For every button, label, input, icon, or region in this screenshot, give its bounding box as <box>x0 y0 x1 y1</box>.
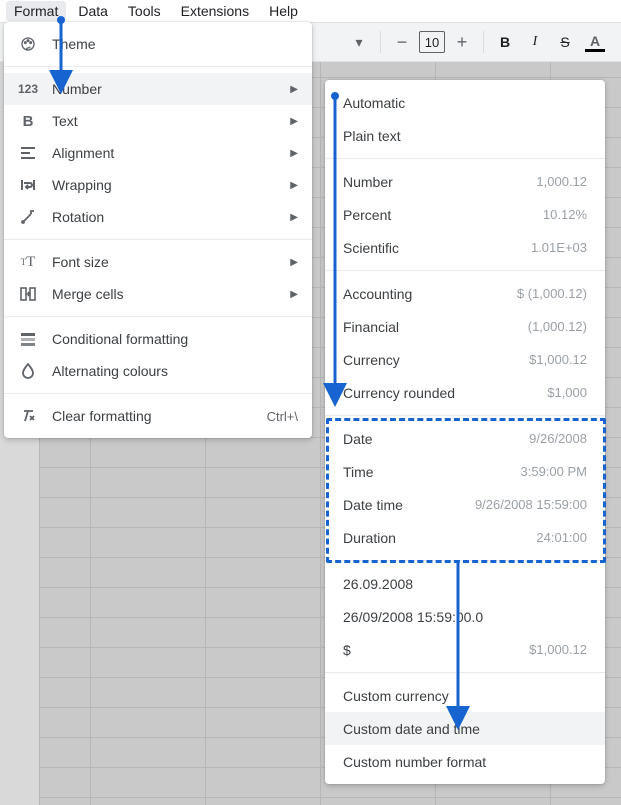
chevron-right-icon: ▶ <box>290 180 298 191</box>
menu-bar: Format Data Tools Extensions Help <box>0 0 621 22</box>
alignment-label: Alignment <box>52 145 276 161</box>
menu-format[interactable]: Format <box>6 1 66 21</box>
alignment-item[interactable]: Alignment ▶ <box>4 137 312 169</box>
clear-icon <box>18 408 38 424</box>
rotation-item[interactable]: Rotation ▶ <box>4 201 312 233</box>
number-icon: 123 <box>18 82 38 96</box>
rotation-icon <box>18 209 38 225</box>
merge-icon <box>18 287 38 301</box>
number-item[interactable]: 123 Number ▶ <box>4 73 312 105</box>
chevron-right-icon: ▶ <box>290 116 298 127</box>
conditional-label: Conditional formatting <box>52 331 298 347</box>
time-item[interactable]: Time3:59:00 PM <box>325 455 605 488</box>
toolbar: ▾ − 10 + B I S A <box>312 22 621 62</box>
currency-rounded-item[interactable]: Currency rounded$1,000 <box>325 376 605 409</box>
alternating-item[interactable]: Alternating colours <box>4 355 312 387</box>
currency-item[interactable]: Currency$1,000.12 <box>325 343 605 376</box>
accounting-item[interactable]: Accounting$ (1,000.12) <box>325 277 605 310</box>
menu-data[interactable]: Data <box>70 1 116 21</box>
wrapping-label: Wrapping <box>52 177 276 193</box>
decrease-font-btn[interactable]: − <box>387 27 417 57</box>
text-color-btn[interactable]: A <box>580 27 610 57</box>
theme-item[interactable]: Theme <box>4 28 312 60</box>
palette-icon <box>18 36 38 52</box>
locale-date-item[interactable]: 26.09.2008 <box>325 567 605 600</box>
strike-btn[interactable]: S <box>550 27 580 57</box>
locale-currency-item[interactable]: $$1,000.12 <box>325 633 605 666</box>
chevron-right-icon: ▶ <box>290 289 298 300</box>
bold-icon: B <box>18 113 38 130</box>
conditional-icon <box>18 332 38 346</box>
menu-tools[interactable]: Tools <box>120 1 169 21</box>
custom-currency-item[interactable]: Custom currency <box>325 679 605 712</box>
italic-btn[interactable]: I <box>520 27 550 57</box>
wrap-icon <box>18 178 38 192</box>
bold-btn[interactable]: B <box>490 27 520 57</box>
number-format-item[interactable]: Number1,000.12 <box>325 165 605 198</box>
number-submenu: Automatic Plain text Number1,000.12 Perc… <box>325 80 605 784</box>
rotation-label: Rotation <box>52 209 276 225</box>
clear-item[interactable]: Clear formatting Ctrl+\ <box>4 400 312 432</box>
clear-label: Clear formatting <box>52 408 253 424</box>
conditional-item[interactable]: Conditional formatting <box>4 323 312 355</box>
automatic-item[interactable]: Automatic <box>325 86 605 119</box>
locale-datetime-item[interactable]: 26/09/2008 15:59:00.0 <box>325 600 605 633</box>
datetime-item[interactable]: Date time9/26/2008 15:59:00 <box>325 488 605 521</box>
custom-datetime-item[interactable]: Custom date and time <box>325 712 605 745</box>
text-label: Text <box>52 113 276 129</box>
chevron-right-icon: ▶ <box>290 148 298 159</box>
percent-item[interactable]: Percent10.12% <box>325 198 605 231</box>
more-btn[interactable]: ▾ <box>344 27 374 57</box>
plaintext-item[interactable]: Plain text <box>325 119 605 152</box>
financial-item[interactable]: Financial(1,000.12) <box>325 310 605 343</box>
number-label: Number <box>52 81 276 97</box>
date-item[interactable]: Date9/26/2008 <box>325 422 605 455</box>
menu-help[interactable]: Help <box>261 1 306 21</box>
wrapping-item[interactable]: Wrapping ▶ <box>4 169 312 201</box>
theme-label: Theme <box>52 36 298 52</box>
scientific-item[interactable]: Scientific1.01E+03 <box>325 231 605 264</box>
chevron-right-icon: ▶ <box>290 257 298 268</box>
merge-label: Merge cells <box>52 286 276 302</box>
clear-shortcut: Ctrl+\ <box>267 409 298 424</box>
font-size-item[interactable]: TT Font size ▶ <box>4 246 312 278</box>
align-icon <box>18 146 38 160</box>
duration-item[interactable]: Duration24:01:00 <box>325 521 605 554</box>
alternating-label: Alternating colours <box>52 363 298 379</box>
text-item[interactable]: B Text ▶ <box>4 105 312 137</box>
fontsize-icon: TT <box>18 254 38 271</box>
drop-icon <box>18 363 38 379</box>
merge-cells-item[interactable]: Merge cells ▶ <box>4 278 312 310</box>
custom-number-item[interactable]: Custom number format <box>325 745 605 778</box>
font-size-label: Font size <box>52 254 276 270</box>
font-size-input[interactable]: 10 <box>419 31 445 53</box>
format-dropdown: Theme 123 Number ▶ B Text ▶ Alignment ▶ … <box>4 22 312 438</box>
menu-extensions[interactable]: Extensions <box>173 1 257 21</box>
chevron-right-icon: ▶ <box>290 84 298 95</box>
chevron-right-icon: ▶ <box>290 212 298 223</box>
increase-font-btn[interactable]: + <box>447 27 477 57</box>
